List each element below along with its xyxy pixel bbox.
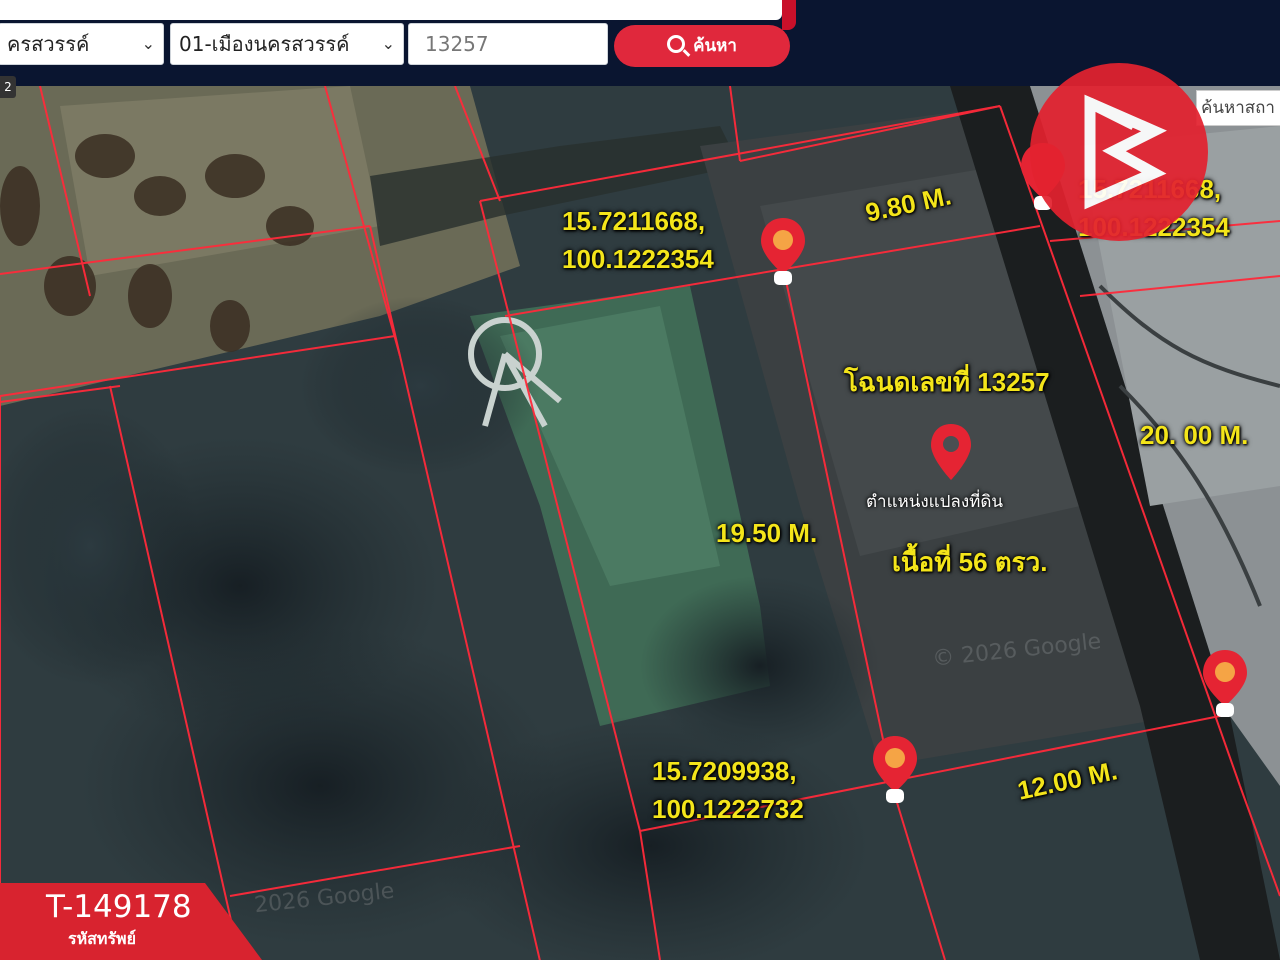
district-select-value: 01-เมืองนครสวรรค์ [179, 32, 350, 56]
district-select[interactable]: 01-เมืองนครสวรรค์ ⌄ [170, 23, 404, 65]
coordinate-label: 15.7209938, 100.1222732 [652, 756, 804, 824]
map-pin-icon[interactable] [758, 216, 808, 288]
chevron-down-icon: ⌄ [381, 34, 395, 53]
parcel-position-caption: ตำแหน่งแปลงที่ดิน [866, 492, 1004, 512]
search-button[interactable]: ค้นหา [614, 25, 790, 67]
place-search-input[interactable]: ค้นหาสถา [1196, 90, 1280, 126]
area-label: เนื้อที่ 56 ตรว. [892, 547, 1048, 577]
parcel-location-pin-icon[interactable] [928, 422, 974, 484]
brand-logo [1030, 63, 1208, 241]
toolbar-accent [782, 0, 796, 30]
map-pin-icon[interactable] [870, 734, 920, 806]
dimension-left-label: 19.50 M. [716, 518, 818, 548]
search-button-label: ค้นหา [693, 36, 737, 56]
deed-number-input[interactable]: 13257 [408, 23, 608, 65]
search-icon [667, 35, 686, 53]
chevron-down-icon: ⌄ [141, 34, 155, 53]
zoom-badge: 2 [0, 76, 16, 98]
map-pin-icon[interactable] [1200, 648, 1250, 720]
toolbar-top-strip [0, 0, 782, 20]
dimension-right-label: 20. 00 M. [1140, 420, 1249, 450]
asset-code-caption: รหัสทรัพย์ [68, 929, 136, 948]
province-select-value: ครสวรรค์ [7, 32, 90, 56]
coordinate-label: 15.7211668, 100.1222354 [562, 206, 714, 274]
brand-logo-icon [1084, 94, 1167, 210]
asset-code: T-149178 [46, 889, 192, 925]
province-select[interactable]: ครสวรรค์ ⌄ [0, 23, 164, 65]
deed-number-label: โฉนดเลขที่ 13257 [844, 367, 1050, 397]
